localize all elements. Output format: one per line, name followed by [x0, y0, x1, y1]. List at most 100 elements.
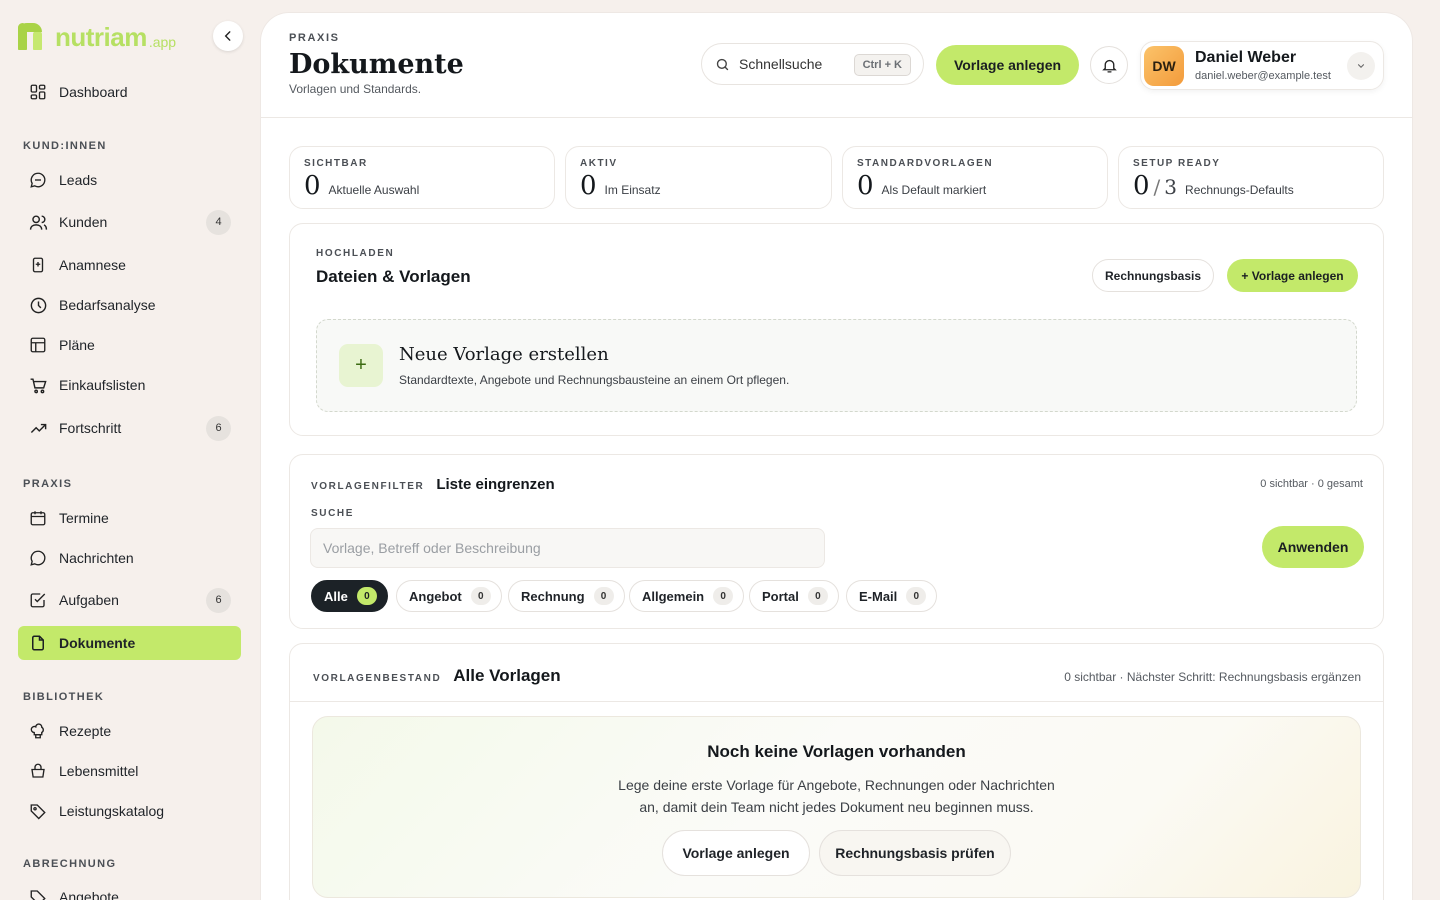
- sidebar-item-anamnese[interactable]: Anamnese: [18, 248, 241, 282]
- sidebar-item-bedarfsanalyse[interactable]: Bedarfsanalyse: [18, 288, 241, 322]
- brand-wordmark: nutriam: [55, 22, 147, 52]
- brand-logo[interactable]: nutriam .app: [18, 20, 176, 50]
- sidebar-item-dashboard[interactable]: Dashboard: [18, 75, 241, 109]
- sidebar-item-aufgaben[interactable]: Aufgaben 6: [18, 583, 241, 617]
- upload-card: HOCHLADEN Dateien & Vorlagen Rechnungsba…: [289, 223, 1384, 436]
- stat-separator: /: [1153, 175, 1161, 199]
- add-template-button[interactable]: + Vorlage anlegen: [1227, 259, 1358, 292]
- check-billing-base-button[interactable]: Rechnungsbasis prüfen: [819, 830, 1011, 876]
- clipboard-icon: [28, 255, 48, 275]
- page-header: PRAXIS Dokumente Vorlagen und Standards.…: [261, 13, 1412, 118]
- template-inventory-card: VORLAGENBESTAND Alle Vorlagen 0 sichtbar…: [289, 643, 1384, 900]
- count-badge: 6: [206, 415, 231, 441]
- shortcut-hint: Ctrl + K: [853, 54, 911, 76]
- sidebar-item-label: Rezepte: [59, 723, 112, 739]
- divider: [290, 701, 1383, 702]
- count-badge: 4: [206, 209, 231, 235]
- filter-chip-angebot[interactable]: Angebot 0: [396, 580, 502, 612]
- sidebar-collapse-button[interactable]: [213, 21, 243, 51]
- page-title: Dokumente: [289, 49, 464, 80]
- stat-label: Rechnungs-Defaults: [1185, 183, 1294, 197]
- filter-chip-portal[interactable]: Portal 0: [749, 580, 839, 612]
- stat-eyebrow: SETUP READY: [1133, 158, 1221, 169]
- stat-value: 0: [1133, 171, 1150, 201]
- chevron-left-icon: [224, 31, 231, 41]
- section-label-library: BIBLIOTHEK: [23, 691, 105, 703]
- stat-total: 3: [1164, 175, 1178, 199]
- main-panel: PRAXIS Dokumente Vorlagen und Standards.…: [261, 13, 1412, 900]
- inventory-eyebrow: VORLAGENBESTAND: [313, 673, 442, 684]
- sidebar-item-label: Kunden: [59, 214, 108, 230]
- chip-label: Rechnung: [521, 588, 585, 604]
- tag-icon: [28, 801, 48, 821]
- billing-base-button[interactable]: Rechnungsbasis: [1092, 259, 1214, 292]
- empty-state-title: Noch keine Vorlagen vorhanden: [707, 742, 966, 761]
- sidebar-item-einkaufslisten[interactable]: Einkaufslisten: [18, 368, 241, 402]
- stat-value: 0: [580, 171, 597, 201]
- filter-card: VORLAGENFILTER Liste eingrenzen 0 sichtb…: [289, 454, 1384, 629]
- sidebar-item-label: Leistungskatalog: [59, 803, 165, 819]
- filter-chip-email[interactable]: E-Mail 0: [846, 580, 938, 612]
- inventory-meta: 0 sichtbar · Nächster Schritt: Rechnungs…: [1064, 670, 1361, 684]
- users-icon: [28, 212, 48, 232]
- sidebar-item-termine[interactable]: Termine: [18, 501, 241, 535]
- filter-chip-allgemein[interactable]: Allgemein 0: [629, 580, 745, 612]
- sidebar-item-label: Dokumente: [59, 635, 136, 651]
- sidebar: nutriam .app Dashboard KUND:INNEN Leads …: [0, 0, 258, 900]
- sidebar-item-fortschritt[interactable]: Fortschritt 6: [18, 411, 241, 445]
- stat-eyebrow: SICHTBAR: [304, 158, 368, 169]
- chip-label: E-Mail: [859, 588, 898, 604]
- sidebar-item-label: Dashboard: [59, 84, 128, 100]
- sidebar-item-leads[interactable]: Leads: [18, 163, 241, 197]
- user-menu-toggle[interactable]: [1347, 52, 1375, 80]
- stat-card-visible: SICHTBAR 0 Aktuelle Auswahl: [289, 146, 555, 209]
- user-email: daniel.weber@example.test: [1195, 70, 1331, 82]
- apply-filter-button[interactable]: Anwenden: [1262, 526, 1364, 568]
- sidebar-item-angebote[interactable]: Angebote: [18, 880, 241, 900]
- section-label-clients: KUND:INNEN: [23, 140, 107, 152]
- checkbox-icon: [28, 590, 48, 610]
- sidebar-item-plaene[interactable]: Pläne: [18, 328, 241, 362]
- search-label: SUCHE: [311, 508, 355, 519]
- chip-label: Allgemein: [642, 588, 705, 604]
- sidebar-item-lebensmittel[interactable]: Lebensmittel: [18, 754, 241, 788]
- chip-count: 0: [470, 587, 491, 605]
- trend-icon: [28, 418, 48, 438]
- stat-label: Im Einsatz: [604, 183, 661, 197]
- template-search-input[interactable]: [310, 528, 825, 568]
- empty-create-template-button[interactable]: Vorlage anlegen: [662, 830, 810, 876]
- quick-search-label: Schnellsuche: [739, 56, 823, 72]
- section-label-billing: ABRECHNUNG: [23, 858, 117, 870]
- sidebar-item-label: Leads: [59, 172, 98, 188]
- stat-value: 0: [857, 171, 874, 201]
- quick-search[interactable]: Schnellsuche Ctrl + K: [701, 43, 924, 85]
- empty-state-line: Lege deine erste Vorlage für Angebote, R…: [618, 777, 1055, 793]
- sidebar-item-nachrichten[interactable]: Nachrichten: [18, 541, 241, 575]
- basket-icon: [28, 761, 48, 781]
- notifications-button[interactable]: [1090, 46, 1128, 84]
- chip-count: 0: [713, 587, 734, 605]
- chip-count: 0: [356, 587, 377, 605]
- stat-card-default-templates: STANDARDVORLAGEN 0 Als Default markiert: [842, 146, 1108, 209]
- sidebar-item-label: Aufgaben: [59, 592, 119, 608]
- user-menu[interactable]: DW Daniel Weber daniel.weber@example.tes…: [1140, 41, 1384, 90]
- filter-chip-alle[interactable]: Alle 0: [311, 580, 388, 612]
- sidebar-item-dokumente[interactable]: Dokumente: [18, 626, 241, 660]
- chef-hat-icon: [28, 721, 48, 741]
- sidebar-item-leistungskatalog[interactable]: Leistungskatalog: [18, 794, 241, 828]
- sidebar-item-label: Einkaufslisten: [59, 377, 146, 393]
- new-template-dropzone[interactable]: + Neue Vorlage erstellen Standardtexte, …: [316, 319, 1357, 412]
- filter-count-meta: 0 sichtbar · 0 gesamt: [1260, 478, 1363, 490]
- section-label-practice: PRAXIS: [23, 478, 73, 490]
- chevron-down-icon: [1357, 64, 1365, 69]
- empty-state-line: an, damit dein Team nicht jedes Dokument…: [639, 799, 1034, 815]
- table-icon: [28, 335, 48, 355]
- stat-card-active: AKTIV 0 Im Einsatz: [565, 146, 832, 209]
- brand-suffix: .app: [148, 34, 177, 50]
- sidebar-item-rezepte[interactable]: Rezepte: [18, 714, 241, 748]
- chip-count: 0: [593, 587, 614, 605]
- inventory-heading: VORLAGENBESTAND Alle Vorlagen: [313, 666, 561, 686]
- create-template-button[interactable]: Vorlage anlegen: [936, 45, 1079, 85]
- filter-chip-rechnung[interactable]: Rechnung 0: [508, 580, 625, 612]
- sidebar-item-kunden[interactable]: Kunden 4: [18, 205, 241, 239]
